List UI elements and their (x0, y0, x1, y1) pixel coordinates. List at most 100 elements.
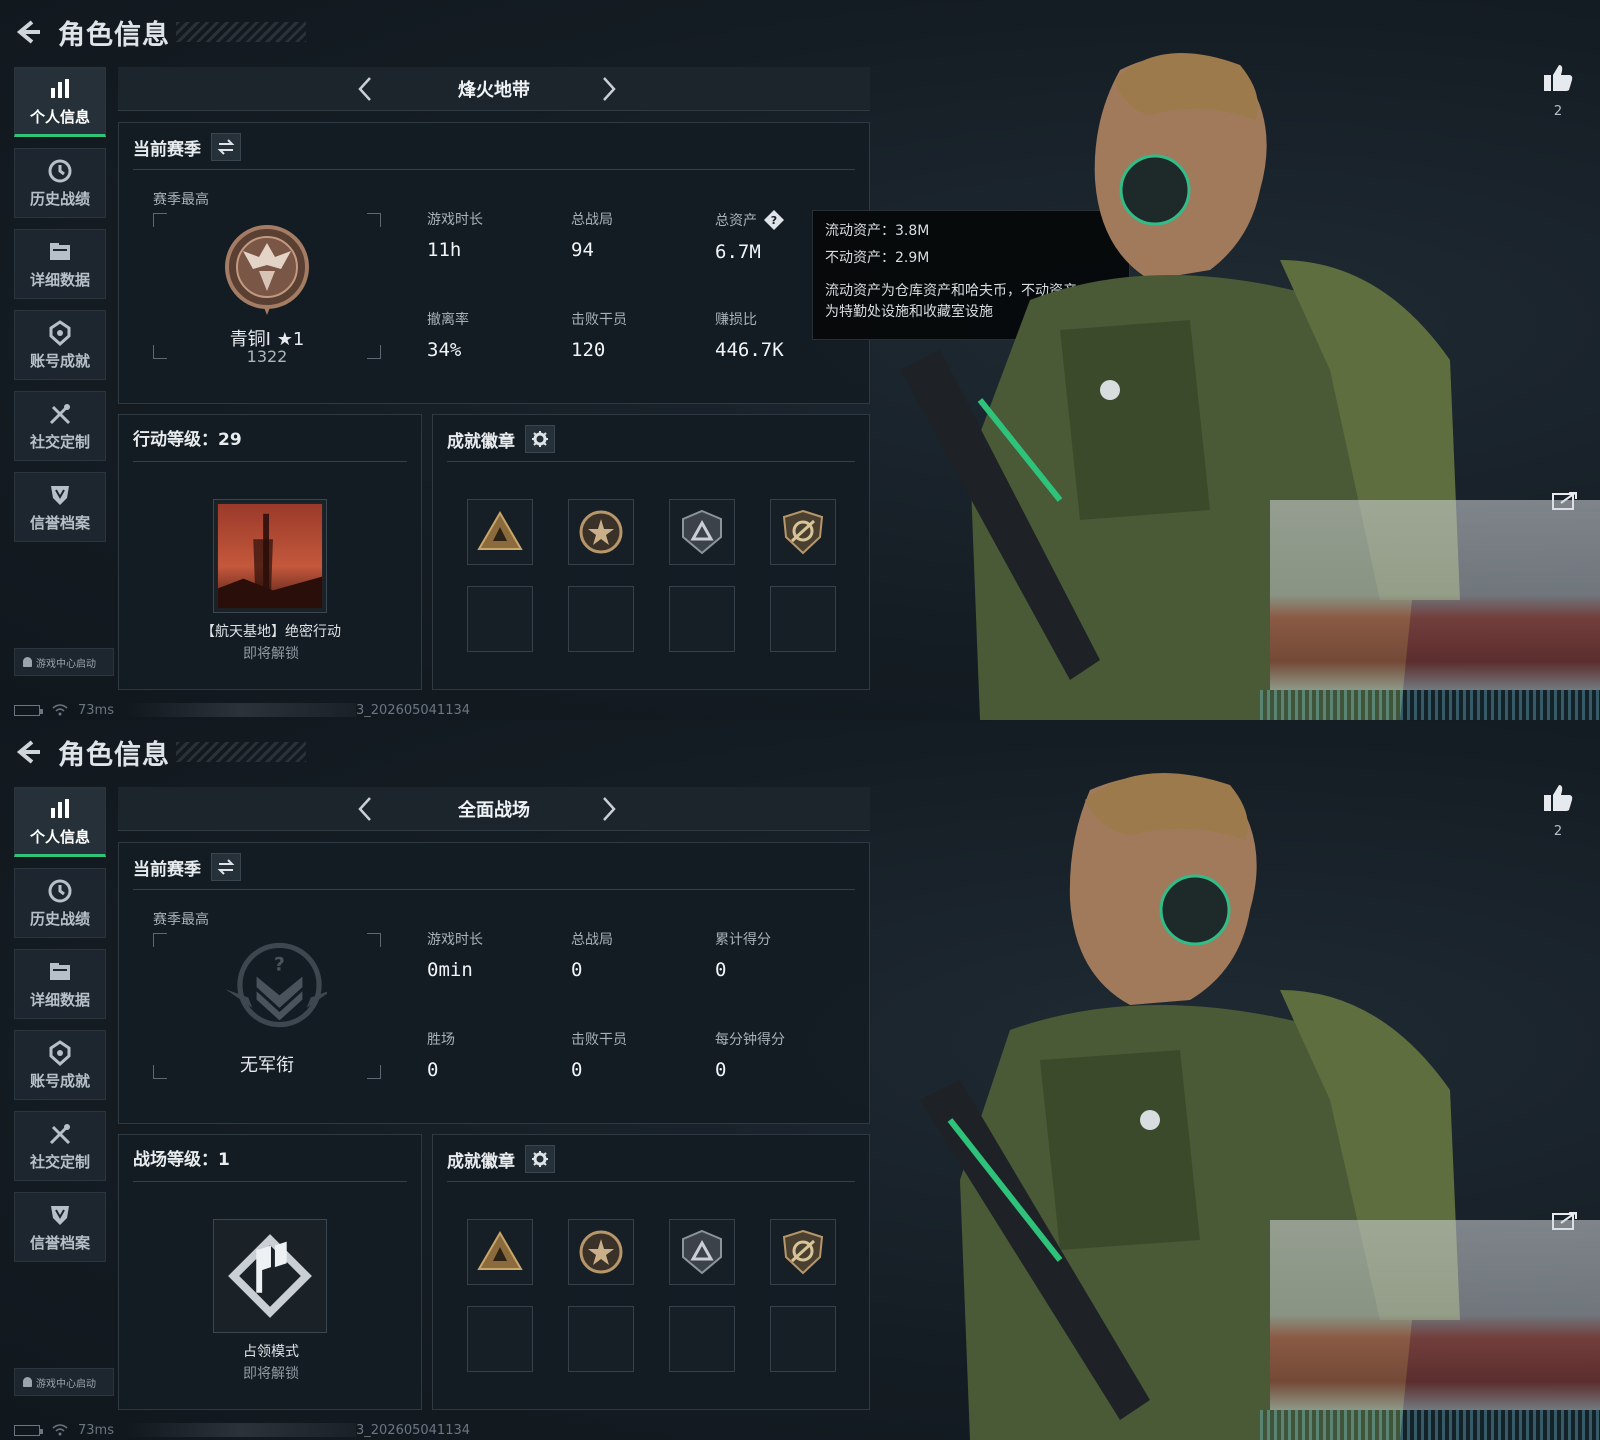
badge-slot-empty[interactable] (770, 1306, 836, 1372)
badge-slot[interactable] (467, 1219, 533, 1285)
chevron-left-icon[interactable] (352, 795, 380, 823)
title-decoration (176, 22, 306, 42)
divider (447, 1181, 855, 1182)
ping-value: 73ms (78, 1422, 114, 1438)
badge-slot-empty[interactable] (669, 586, 735, 652)
status-bar: 73ms 3_202605041134 (14, 702, 470, 718)
sidebar-item-history[interactable]: 历史战绩 (14, 148, 106, 218)
bell-icon (23, 1377, 32, 1387)
page-title: 角色信息 (58, 739, 170, 771)
like-widget[interactable]: 2 (1540, 62, 1576, 119)
stat-label: 每分钟得分 (715, 1032, 785, 1048)
tools-icon (49, 1123, 71, 1144)
folder-icon (50, 242, 70, 260)
sidebar-item-reputation[interactable]: 信誉档案 (14, 1192, 106, 1262)
help-icon[interactable]: ? (763, 209, 785, 231)
sidebar-item-details[interactable]: 详细数据 (14, 949, 106, 1019)
badge-slot[interactable] (770, 1219, 836, 1285)
event-name: 【航天基地】绝密行动 (201, 624, 341, 640)
shield-triangle-icon (682, 509, 722, 555)
battery-icon (14, 1424, 43, 1436)
badge-slot-empty[interactable] (568, 1306, 634, 1372)
like-widget[interactable]: 2 (1540, 782, 1576, 839)
background-floor-lights (1260, 1410, 1600, 1440)
stat-extraction-rate: 撤离率 34% (427, 309, 469, 361)
badge-slot[interactable] (568, 1219, 634, 1285)
season-title: 当前赛季 (133, 859, 201, 880)
season-panel: 当前赛季 赛季最高 ? 无军衔 游戏时长 0min 总战局 0 累计得分 0 胜… (118, 842, 870, 1124)
stat-value: 0min (427, 959, 473, 981)
badge-slot[interactable] (669, 499, 735, 565)
sidebar-item-achievements[interactable]: 账号成就 (14, 310, 106, 380)
page-title: 角色信息 (58, 19, 170, 51)
season-panel: 当前赛季 赛季最高 青铜I ★1 1322 游戏时长 11h 总战局 94 总资… (118, 122, 870, 404)
switch-season-button[interactable] (211, 853, 241, 881)
stat-label: 赚损比 (715, 312, 757, 328)
page-header: 角色信息 (14, 734, 306, 771)
chevron-right-icon[interactable] (594, 795, 622, 823)
capture-mode-flag-icon[interactable] (213, 1219, 327, 1333)
stat-label: 总战局 (571, 212, 613, 228)
badge-slot-empty[interactable] (467, 586, 533, 652)
back-arrow-icon[interactable] (14, 738, 42, 766)
sidebar-item-label: 历史战绩 (29, 189, 90, 208)
level-title: 行动等级：29 (133, 430, 242, 450)
sidebar-item-social[interactable]: 社交定制 (14, 1111, 106, 1181)
action-level-panel: 行动等级：29 【航天基地】绝密行动 即将解锁 (118, 414, 422, 690)
stat-label: 累计得分 (715, 932, 771, 948)
build-id: 3_202605041134 (355, 702, 471, 718)
badge-settings-button[interactable] (525, 1145, 555, 1173)
achievement-badges-panel: 成就徽章 (432, 414, 870, 690)
star-emblem-icon (579, 510, 623, 554)
status-bar: 73ms 3_202605041134 (14, 1422, 470, 1438)
switch-season-button[interactable] (211, 133, 241, 161)
wifi-icon (52, 1424, 68, 1436)
badge-slot-empty[interactable] (669, 1306, 735, 1372)
event-status: 即将解锁 (243, 646, 299, 662)
sidebar-item-history[interactable]: 历史战绩 (14, 868, 106, 938)
badge-slot[interactable] (669, 1219, 735, 1285)
sidebar-item-label: 社交定制 (29, 1152, 90, 1171)
sidebar-item-achievements[interactable]: 账号成就 (14, 1030, 106, 1100)
event-image[interactable] (213, 499, 327, 613)
badge-slot[interactable] (770, 499, 836, 565)
stat-label: 游戏时长 (427, 212, 483, 228)
badge-slot-empty[interactable] (770, 586, 836, 652)
stat-value: 34% (427, 339, 462, 361)
stat-value: 0 (427, 1059, 439, 1081)
badge-slot-empty[interactable] (467, 1306, 533, 1372)
badge-slot-empty[interactable] (568, 586, 634, 652)
sidebar-item-personal-info[interactable]: 个人信息 (14, 787, 106, 857)
stat-label: 击败干员 (571, 1032, 627, 1048)
sidebar-item-personal-info[interactable]: 个人信息 (14, 67, 106, 137)
stat-profit-ratio: 赚损比 446.7K (715, 309, 784, 361)
like-count: 2 (1553, 824, 1563, 839)
badge-slot[interactable] (467, 499, 533, 565)
folder-icon (50, 962, 70, 980)
badge-settings-button[interactable] (525, 425, 555, 453)
sidebar-item-label: 信誉档案 (29, 1233, 90, 1252)
sidebar-item-details[interactable]: 详细数据 (14, 229, 106, 299)
stat-value: 446.7K (715, 339, 784, 361)
sidebar-item-social[interactable]: 社交定制 (14, 391, 106, 461)
chevron-left-icon[interactable] (352, 75, 380, 103)
stat-score-per-minute: 每分钟得分 0 (715, 1029, 785, 1081)
shield-target-icon (782, 509, 824, 555)
event-status: 即将解锁 (243, 1366, 299, 1382)
sidebar-item-label: 账号成就 (29, 351, 90, 370)
build-id: 3_202605041134 (355, 1422, 471, 1438)
stat-label: 胜场 (427, 1032, 455, 1048)
game-center-launch-button[interactable]: 游戏中心启动 (14, 648, 114, 676)
achievement-badges-panel: 成就徽章 (432, 1134, 870, 1410)
chevron-right-icon[interactable] (594, 75, 622, 103)
svg-text:?: ? (274, 954, 285, 975)
badge-slot[interactable] (568, 499, 634, 565)
sidebar-item-reputation[interactable]: 信誉档案 (14, 472, 106, 542)
stat-playtime: 游戏时长 11h (427, 209, 483, 261)
sidebar-item-label: 社交定制 (29, 432, 90, 451)
bar-chart-icon (51, 798, 69, 818)
stat-value: 0 (715, 1059, 727, 1081)
stat-label: 总资产 (715, 213, 757, 229)
back-arrow-icon[interactable] (14, 18, 42, 46)
game-center-launch-button[interactable]: 游戏中心启动 (14, 1368, 114, 1396)
